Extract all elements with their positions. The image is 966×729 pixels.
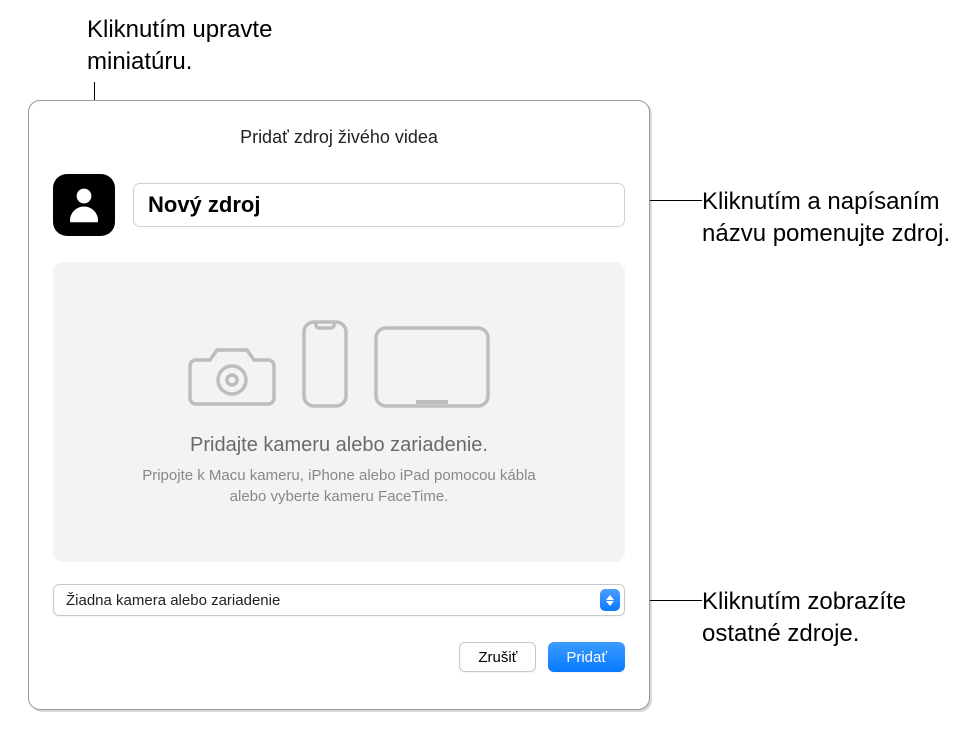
tablet-icon — [372, 324, 492, 410]
dialog-footer: Zrušiť Pridať — [53, 642, 625, 672]
camera-device-dropdown[interactable]: Žiadna kamera alebo zariadenie — [53, 584, 625, 616]
source-name-input[interactable] — [133, 183, 625, 227]
dropdown-label: Žiadna kamera alebo zariadenie — [66, 592, 280, 609]
preview-area: Pridajte kameru alebo zariadenie. Pripoj… — [53, 262, 625, 562]
add-live-video-source-dialog: Pridať zdroj živého videa — [28, 100, 650, 710]
thumbnail-button[interactable] — [53, 174, 115, 236]
dialog-header-row — [53, 174, 625, 236]
phone-icon — [300, 318, 350, 410]
callout-thumbnail: Kliknutím upravte miniatúru. — [87, 14, 347, 79]
preview-subtitle: Pripojte k Macu kameru, iPhone alebo iPa… — [129, 465, 549, 507]
callout-name: Kliknutím a napísaním názvu pomenujte zd… — [702, 186, 952, 251]
cancel-button[interactable]: Zrušiť — [459, 642, 536, 672]
camera-icon — [186, 338, 278, 410]
callout-dropdown: Kliknutím zobrazíte ostatné zdroje. — [702, 586, 952, 651]
device-icons — [186, 318, 492, 410]
person-icon — [63, 182, 105, 229]
add-button[interactable]: Pridať — [548, 642, 625, 672]
preview-title: Pridajte kameru alebo zariadenie. — [190, 434, 488, 457]
dialog-title: Pridať zdroj živého videa — [53, 127, 625, 148]
chevron-up-down-icon — [600, 589, 620, 611]
